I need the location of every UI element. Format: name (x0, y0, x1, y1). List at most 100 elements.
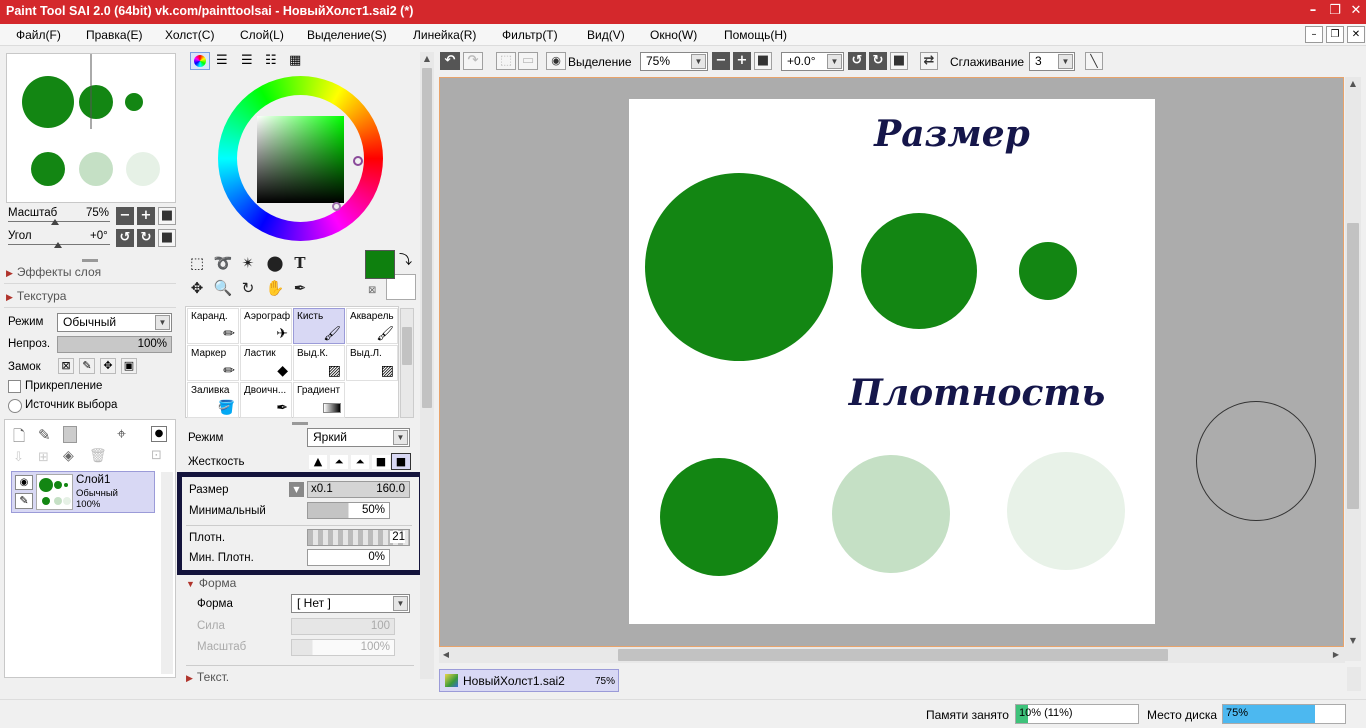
transform-icon[interactable]: ⌖ (117, 424, 126, 444)
angle-slider-handle[interactable] (54, 242, 62, 248)
min-size-field[interactable]: 50% (307, 502, 390, 519)
canvas-viewport[interactable]: Размер Плотность (439, 77, 1344, 647)
new-layer-icon[interactable]: 🗋 (13, 426, 25, 451)
layer-row[interactable]: ◉ ✎ Слой1 Обычный 100% (11, 471, 155, 513)
density-field[interactable]: 21 (307, 529, 410, 546)
canvas-zoom-reset-button[interactable]: ■ (754, 52, 772, 70)
menu-edit[interactable]: Правка(E) (86, 28, 143, 42)
scale-slider-handle[interactable] (51, 219, 59, 225)
angle-select[interactable]: +0.0° ▼ (781, 52, 844, 71)
swatch-tab[interactable]: ☷ (265, 54, 277, 67)
menu-ruler[interactable]: Линейка(R) (413, 28, 476, 42)
primary-color[interactable] (365, 250, 395, 279)
panel-splitter-2[interactable] (292, 422, 308, 425)
clip-checkbox[interactable] (8, 380, 21, 393)
color-square[interactable] (257, 116, 344, 203)
sv-marker[interactable] (332, 202, 341, 211)
tab-scrollbar[interactable] (1347, 667, 1361, 691)
close-button[interactable]: ✕ (1347, 2, 1365, 20)
canvas-rotate-reset-button[interactable]: ■ (890, 52, 908, 70)
brush-select-eraser[interactable]: Выд.Л. ▨ (346, 345, 398, 381)
hardness-selector[interactable]: ▲ ⏶ ⏶ ■ ■ (307, 452, 411, 471)
panel-splitter[interactable] (82, 259, 98, 262)
doc-close-button[interactable]: ✕ (1347, 26, 1365, 43)
brush-select-pen[interactable]: Выд.К. ▨ (293, 345, 345, 381)
texture-section[interactable]: ▶ Текстура (6, 289, 66, 303)
canvas-zoom-in-button[interactable]: + (733, 52, 751, 70)
shape-icon[interactable]: ⬤ (264, 252, 286, 274)
menu-selection[interactable]: Выделение(S) (307, 28, 387, 42)
rotate-reset-button[interactable]: ■ (158, 229, 176, 247)
zoom-icon[interactable]: 🔍 (212, 277, 234, 299)
eyedropper-icon[interactable]: ✒ (289, 277, 311, 299)
flip-icon[interactable]: ⇄ (920, 52, 938, 70)
layer-opacity-field[interactable]: 100% (57, 336, 172, 353)
rotate-icon[interactable]: ↻ (237, 277, 259, 299)
new-folder-icon[interactable] (63, 426, 77, 443)
brush-fill[interactable]: Заливка 🪣 (187, 382, 239, 418)
canvas-rotate-right-button[interactable]: ↻ (869, 52, 887, 70)
selection-toggle-label[interactable]: Выделение (568, 55, 632, 69)
scratchpad-tab[interactable]: ▦ (289, 54, 301, 67)
canvas-sheet[interactable]: Размер Плотность (629, 99, 1155, 624)
canvas-zoom-out-button[interactable]: − (712, 52, 730, 70)
layer-effects-section[interactable]: ▶ Эффекты слоя (6, 265, 101, 279)
brush-eraser[interactable]: Ластик ◆ (240, 345, 292, 381)
eye-icon[interactable]: ◉ (15, 475, 33, 490)
menu-layer[interactable]: Слой(L) (240, 28, 284, 42)
brush-gradient[interactable]: Градиент (293, 382, 345, 418)
doc-minimize-button[interactable]: – (1305, 26, 1323, 43)
pen-icon[interactable]: ✎ (15, 493, 33, 509)
color-wheel[interactable] (218, 76, 383, 241)
brush-marker[interactable]: Маркер ✏ (187, 345, 239, 381)
doc-restore-button[interactable]: ❐ (1326, 26, 1344, 43)
scale-slider[interactable] (8, 221, 110, 222)
lock-paint-icon[interactable]: ✎ (79, 358, 95, 374)
minimize-button[interactable]: – (1304, 2, 1322, 20)
brush-mode-select[interactable]: Яркий ▼ (307, 428, 410, 447)
brush-binary[interactable]: Двоичн... ✒ (240, 382, 292, 418)
tool-panel-scrollbar[interactable]: ▲ (420, 52, 434, 679)
rect-select-icon[interactable]: ⬚ (186, 252, 208, 274)
text-tool-icon[interactable]: T (289, 252, 311, 274)
canvas-rotate-left-button[interactable]: ↺ (848, 52, 866, 70)
restore-button[interactable]: ❐ (1326, 2, 1344, 20)
shape-section[interactable]: ▼ Форма (186, 576, 236, 590)
lock-move-icon[interactable]: ✥ (100, 358, 116, 374)
size-field[interactable]: x0.1 160.0 (307, 481, 410, 498)
rotate-right-button[interactable]: ↻ (137, 229, 155, 247)
layer-mode-select[interactable]: Обычный ▼ (57, 313, 172, 332)
canvas-vscrollbar[interactable]: ▲ ▼ (1345, 77, 1361, 661)
undo-button[interactable]: ↶ (440, 52, 460, 70)
shape-select[interactable]: [ Нет ] ▼ (291, 594, 410, 613)
menu-view[interactable]: Вид(V) (587, 28, 625, 42)
brush-pencil[interactable]: Каранд. ✏ (187, 308, 239, 344)
canvas-hscrollbar[interactable]: ◀ ▶ (439, 647, 1345, 663)
min-density-field[interactable]: 0% (307, 549, 390, 566)
lock-all-icon[interactable]: ▣ (121, 358, 137, 374)
swap-colors-icon[interactable]: ⤵ (399, 249, 412, 268)
rgb-slider-tab[interactable]: ☰ (216, 54, 228, 67)
source-radio[interactable] (8, 399, 22, 413)
zoom-in-button[interactable]: + (137, 207, 155, 225)
menu-window[interactable]: Окно(W) (650, 28, 697, 42)
rotate-left-button[interactable]: ↺ (116, 229, 134, 247)
pressure-curve-icon[interactable]: ╲ (1085, 52, 1103, 70)
hand-icon[interactable]: ✋ (264, 277, 286, 299)
menu-file[interactable]: Файл(F) (16, 28, 61, 42)
brush-airbrush[interactable]: Аэрограф ✈ (240, 308, 292, 344)
hue-marker[interactable] (353, 156, 363, 166)
magic-wand-icon[interactable]: ✴ (237, 252, 259, 274)
brush-brush[interactable]: Кисть 🖌 (293, 308, 345, 344)
color-wheel-tab[interactable] (190, 52, 210, 70)
menu-filter[interactable]: Фильтр(T) (502, 28, 558, 42)
transparent-color-icon[interactable]: ⊠ (368, 285, 376, 296)
hsv-slider-tab[interactable]: ☰ (241, 54, 253, 67)
new-linework-layer-icon[interactable]: ✎ (38, 426, 51, 444)
text-section[interactable]: ▶ Текст. (186, 670, 229, 684)
zoom-out-button[interactable]: − (116, 207, 134, 225)
smoothing-select[interactable]: 3 ▼ (1029, 52, 1075, 71)
lasso-icon[interactable]: ➰ (212, 252, 234, 274)
move-icon[interactable]: ✥ (186, 277, 208, 299)
doc-tab[interactable]: НовыйХолст1.sai2 75% (439, 669, 619, 692)
